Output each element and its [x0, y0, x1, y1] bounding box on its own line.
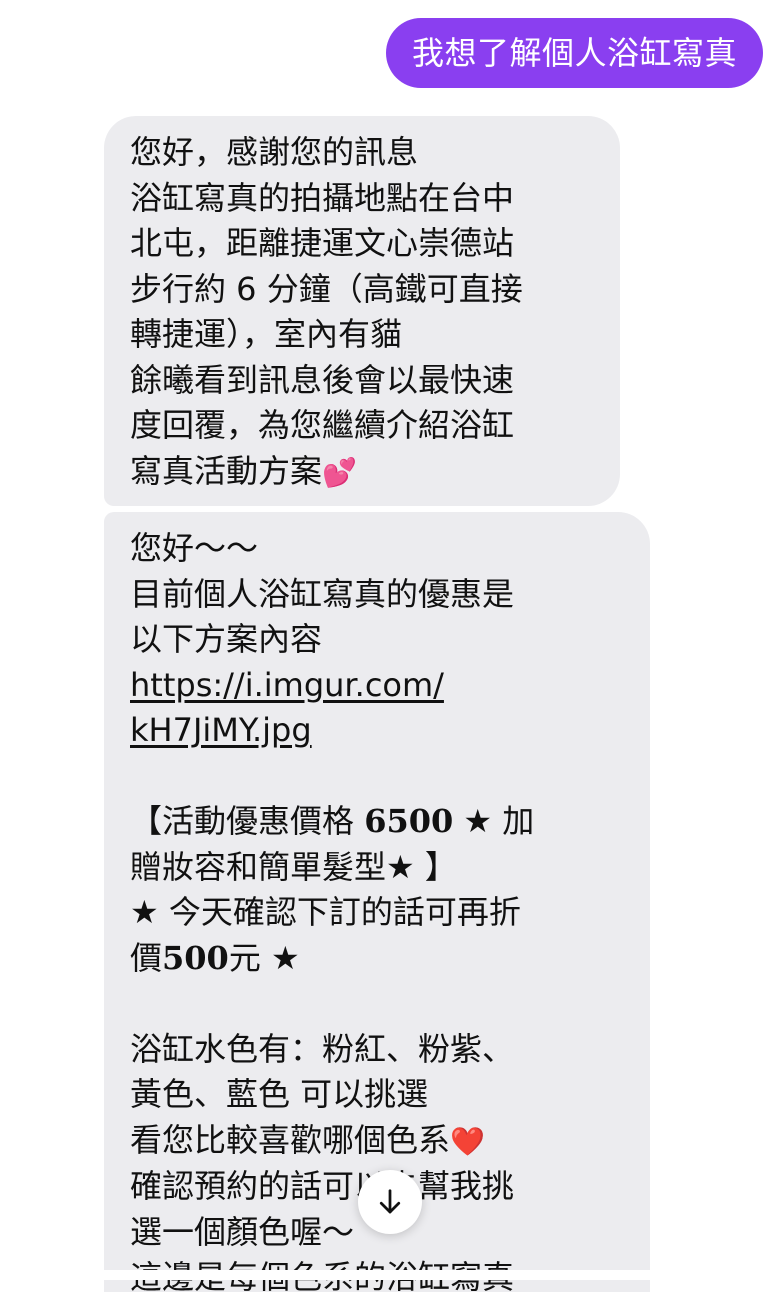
promo-line: 價500元 ★ [130, 936, 626, 982]
message-line: 您好～～ [130, 529, 259, 567]
message-line: 以下方案內容 [130, 620, 323, 658]
message-line: 浴缸水色有：粉紅、粉紫、 [130, 1029, 515, 1068]
message-line-text: 看您比較喜歡哪個色系 [130, 1120, 451, 1159]
message-line: 您好，感謝您的訊息 [130, 133, 419, 171]
incoming-message-bubble[interactable]: 您好，感謝您的訊息 浴缸寫真的拍攝地點在台中 北屯，距離捷運文心崇德站 步行約 … [104, 116, 620, 506]
message-line: 浴缸寫真的拍攝地點在台中 [130, 178, 515, 217]
bottom-edge [0, 1270, 779, 1280]
message-line: 步行約 6 分鐘（高鐵可直接 [130, 269, 523, 308]
message-line: 餘曦看到訊息後會以最快速 [130, 360, 515, 399]
message-line: 目前個人浴缸寫真的優惠是 [130, 574, 515, 613]
arrow-down-icon [379, 1189, 401, 1214]
promo-line: 【活動優惠價格 6500 ★ 加 [130, 799, 626, 845]
outgoing-message-bubble[interactable]: 我想了解個人浴缸寫真 [385, 18, 763, 88]
message-line-text: 寫真活動方案 [130, 451, 323, 490]
promo-discount: 500 [162, 938, 229, 977]
promo-price: 6500 [364, 802, 454, 840]
image-link[interactable]: https://i.imgur.com/ [130, 666, 444, 704]
promo-line: ★ 今天確認下訂的話可再折 [130, 893, 521, 931]
outgoing-message-text: 我想了解個人浴缸寫真 [411, 34, 737, 72]
scroll-to-bottom-button[interactable] [358, 1170, 422, 1234]
link-line[interactable]: kH7JiMY.jpg [130, 708, 626, 754]
promo-text: 價 [130, 938, 163, 977]
image-link[interactable]: kH7JiMY.jpg [130, 711, 312, 749]
message-line: 轉捷運），室內有貓 [130, 315, 403, 353]
two-hearts-emoji: 💕 [322, 455, 357, 489]
message-line: 黃色、藍色 可以挑選 [130, 1075, 429, 1113]
promo-text: ★ 加 [453, 802, 535, 840]
promo-line: 贈妝容和簡單髮型★ 】 [130, 847, 457, 886]
promo-text: 元 ★ [228, 938, 300, 977]
chat-thread[interactable]: 我想了解個人浴缸寫真 您好，感謝您的訊息 浴缸寫真的拍攝地點在台中 北屯，距離捷… [0, 0, 779, 1296]
message-line: 看您比較喜歡哪個色系❤️ [130, 1118, 626, 1165]
link-line[interactable]: https://i.imgur.com/ [130, 663, 626, 709]
message-line: 度回覆，為您繼續介紹浴缸 [130, 406, 515, 444]
promo-text: 【活動優惠價格 [130, 802, 365, 840]
message-line: 北屯，距離捷運文心崇德站 [130, 224, 515, 262]
red-heart-emoji: ❤️ [450, 1124, 485, 1158]
message-line: 寫真活動方案💕 [130, 449, 596, 496]
